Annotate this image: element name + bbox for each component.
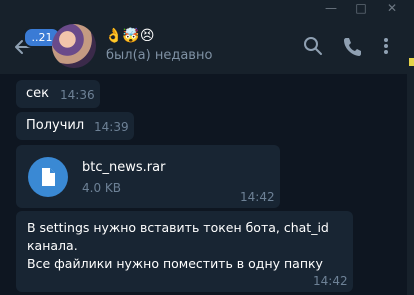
file-size: 4.0 KB: [82, 181, 121, 195]
file-icon-button[interactable]: [28, 157, 68, 197]
file-message[interactable]: btc_news.rar 4.0 KB 14:42: [16, 145, 280, 208]
chat-name[interactable]: 👌🤯😣: [105, 27, 154, 45]
message-bubble[interactable]: сек 14:36: [16, 80, 100, 108]
close-icon[interactable]: ✕: [381, 0, 403, 18]
file-icon: [42, 168, 55, 186]
message-bubble[interactable]: Получил 14:39: [16, 112, 134, 140]
message-line: канала.: [27, 238, 78, 253]
maximize-icon[interactable]: □: [350, 0, 372, 18]
minimize-icon[interactable]: —: [320, 0, 342, 18]
scrollbar-thumb[interactable]: [409, 58, 414, 66]
chat-header: ..21 👌🤯😣 был(а) недавно: [0, 18, 407, 74]
window-titlebar: — □ ✕: [0, 0, 414, 18]
avatar[interactable]: [52, 24, 96, 68]
message-line: Все файлики нужно поместить в одну папку: [27, 256, 323, 271]
message-time: 14:42: [313, 274, 348, 288]
phone-icon[interactable]: [341, 35, 363, 57]
message-time: 14:42: [240, 190, 275, 204]
message-text: Получил: [26, 118, 85, 133]
message-text: сек: [26, 86, 49, 101]
search-icon[interactable]: [302, 35, 324, 57]
more-vertical-icon[interactable]: [375, 35, 397, 57]
chat-status: был(а) недавно: [106, 48, 213, 63]
message-time: 14:39: [94, 120, 129, 134]
message-line: В settings нужно вставить токен бота, ch…: [27, 220, 329, 235]
message-text: В settings нужно вставить токен бота, ch…: [27, 219, 347, 273]
message-bubble[interactable]: В settings нужно вставить токен бота, ch…: [16, 211, 353, 292]
file-name[interactable]: btc_news.rar: [82, 159, 165, 177]
message-time: 14:36: [60, 88, 95, 102]
